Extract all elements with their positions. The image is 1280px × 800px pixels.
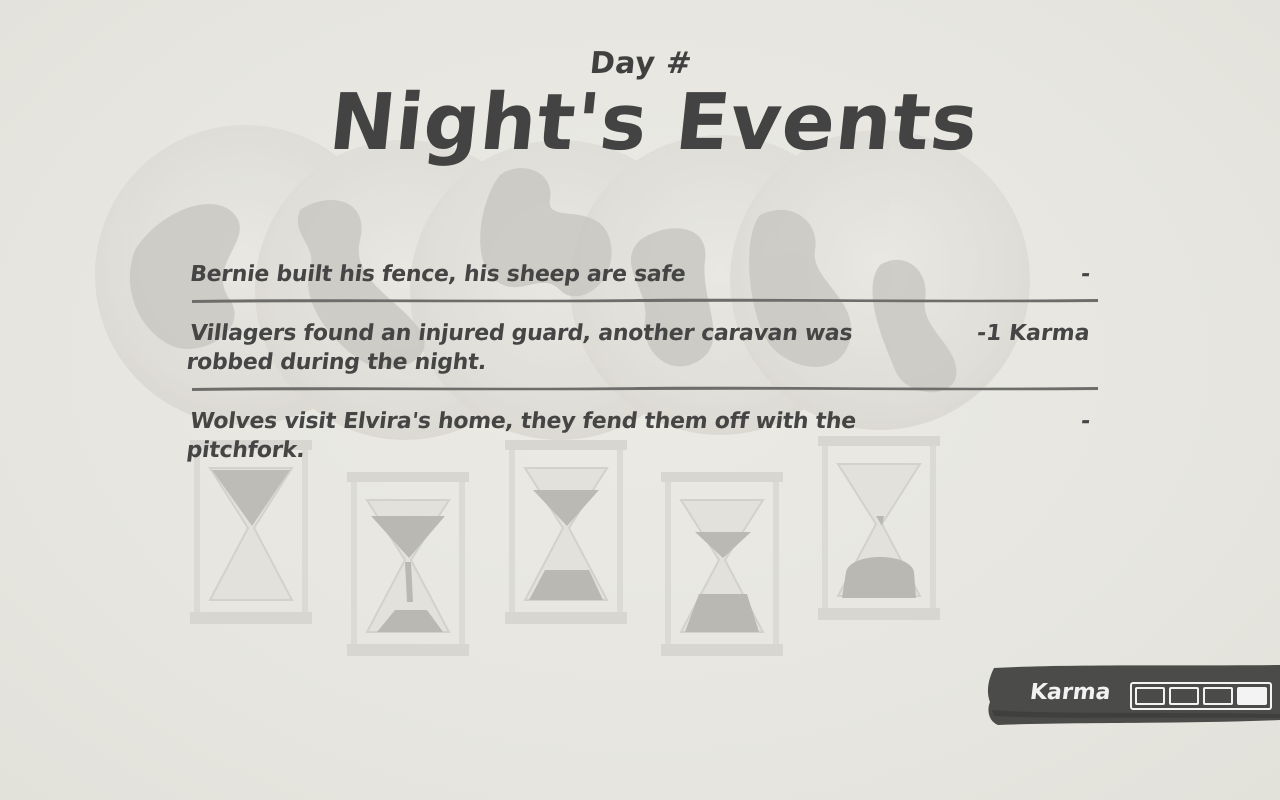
karma-meter bbox=[1130, 682, 1272, 710]
events-list: Bernie built his fence, his sheep are sa… bbox=[185, 260, 1098, 465]
karma-cell-empty bbox=[1135, 687, 1165, 705]
event-text: Bernie built his fence, his sheep are sa… bbox=[188, 262, 687, 287]
karma-cell-empty bbox=[1169, 687, 1199, 705]
event-value: - bbox=[1079, 409, 1092, 434]
hourglass-icon bbox=[347, 472, 469, 656]
karma-cell-filled bbox=[1237, 687, 1267, 705]
hourglass-icon bbox=[190, 440, 312, 624]
karma-label: Karma bbox=[1028, 680, 1113, 705]
event-row: Bernie built his fence, his sheep are sa… bbox=[189, 260, 1098, 289]
brush-divider bbox=[192, 386, 1098, 391]
event-text: Villagers found an injured guard, anothe… bbox=[185, 321, 854, 375]
hourglass-icon bbox=[661, 472, 783, 656]
event-row: Villagers found an injured guard, anothe… bbox=[185, 319, 1098, 377]
page-title: Night's Events bbox=[325, 78, 984, 168]
event-row: Wolves visit Elvira's home, they fend th… bbox=[185, 407, 1098, 465]
hourglass-row bbox=[190, 436, 940, 656]
karma-panel: Karma bbox=[984, 662, 1280, 728]
day-label: Day # bbox=[588, 46, 694, 81]
event-value: - bbox=[1079, 262, 1092, 287]
event-value: -1 Karma bbox=[975, 321, 1092, 346]
karma-cell-empty bbox=[1203, 687, 1233, 705]
brush-divider bbox=[192, 298, 1098, 303]
event-text: Wolves visit Elvira's home, they fend th… bbox=[185, 409, 858, 463]
hourglass-icon bbox=[505, 440, 627, 624]
night-events-screen: Day # Night's Events Bernie built his fe… bbox=[0, 0, 1280, 800]
